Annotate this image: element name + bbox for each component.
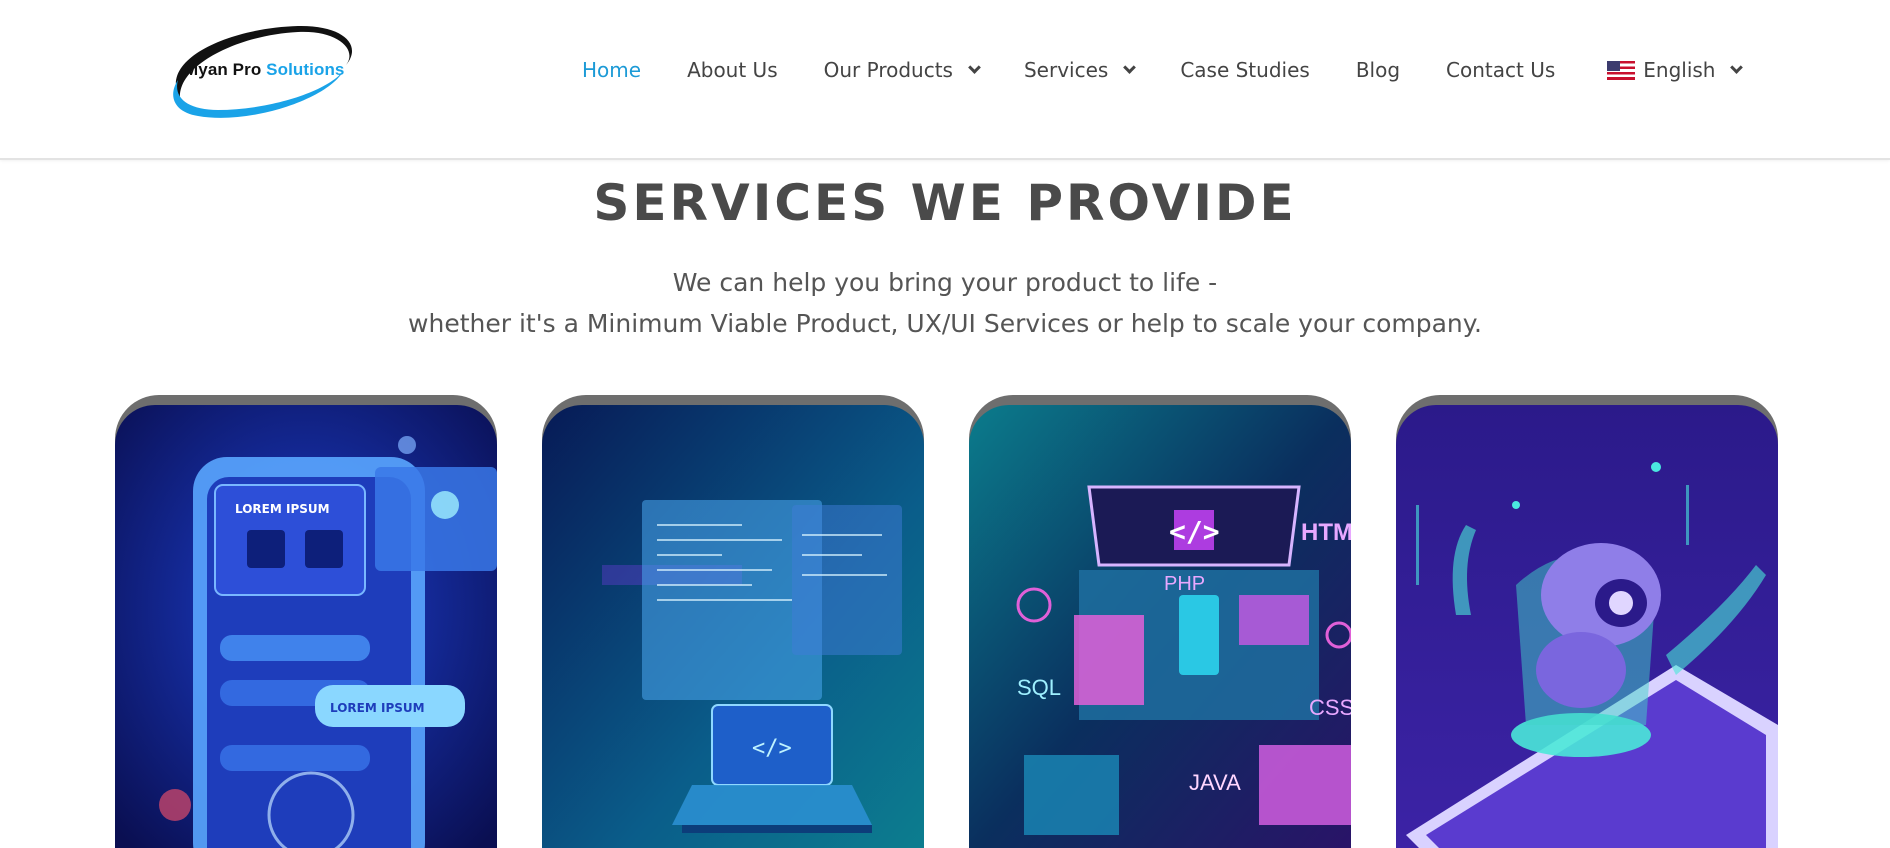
service-card-ai[interactable]	[1396, 395, 1778, 848]
nav-our-products-label: Our Products	[823, 58, 953, 82]
nav-case-studies[interactable]: Case Studies	[1180, 58, 1310, 82]
logo-text: Myan Pro Solutions	[184, 60, 344, 80]
card-image-text: PHP	[1164, 573, 1205, 595]
nav-our-products[interactable]: Our Products	[823, 58, 981, 82]
site-header: Myan Pro Solutions Home About Us Our Pro…	[0, 0, 1890, 160]
logo-text-main: Myan Pro	[184, 60, 267, 79]
chevron-down-icon	[1123, 60, 1137, 74]
card-image-text: SQL	[1017, 675, 1061, 700]
chevron-down-icon	[968, 60, 981, 74]
us-flag-icon	[1607, 60, 1636, 80]
nav-blog[interactable]: Blog	[1356, 58, 1400, 82]
main-nav: Home About Us Our Products Services Case…	[582, 58, 1744, 82]
card-image-text: JAVA	[1189, 770, 1241, 795]
service-card-web-development[interactable]: </> HTML5 PHP SQL CSS JAVA	[969, 395, 1351, 848]
nav-services[interactable]: Services	[1023, 58, 1137, 82]
section-title: SERVICES WE PROVIDE	[593, 174, 1297, 232]
card-image-text: LOREM IPSUM	[330, 701, 425, 715]
web-development-illustration: </> HTML5 PHP SQL CSS JAVA	[969, 405, 1351, 848]
nav-services-label: Services	[1023, 58, 1109, 82]
logo[interactable]: Myan Pro Solutions	[168, 20, 360, 120]
card-image-text: CSS	[1309, 695, 1351, 720]
nav-contact-us[interactable]: Contact Us	[1446, 58, 1555, 82]
language-selector[interactable]: English	[1607, 58, 1744, 82]
card-image-text: </>	[1169, 515, 1220, 548]
svg-text:</>: </>	[752, 736, 792, 761]
service-card-mobile-app[interactable]: LOREM IPSUM LOREM IPSUM	[115, 395, 497, 848]
nav-about-us[interactable]: About Us	[687, 58, 778, 82]
card-image-text: HTML5	[1301, 519, 1351, 546]
section-subtitle-line2: whether it's a Minimum Viable Product, U…	[408, 309, 1482, 338]
chevron-down-icon	[1730, 60, 1744, 74]
mobile-app-illustration: LOREM IPSUM LOREM IPSUM	[115, 405, 497, 848]
service-card-software[interactable]: </>	[542, 395, 924, 848]
nav-home[interactable]: Home	[582, 58, 641, 82]
card-image-text: LOREM IPSUM	[235, 502, 330, 516]
language-label: English	[1643, 58, 1716, 82]
logo-text-accent: Solutions	[266, 60, 345, 79]
section-subtitle-line1: We can help you bring your product to li…	[672, 268, 1218, 297]
code-screens-illustration: </>	[542, 405, 924, 848]
ai-robot-illustration	[1396, 405, 1778, 848]
